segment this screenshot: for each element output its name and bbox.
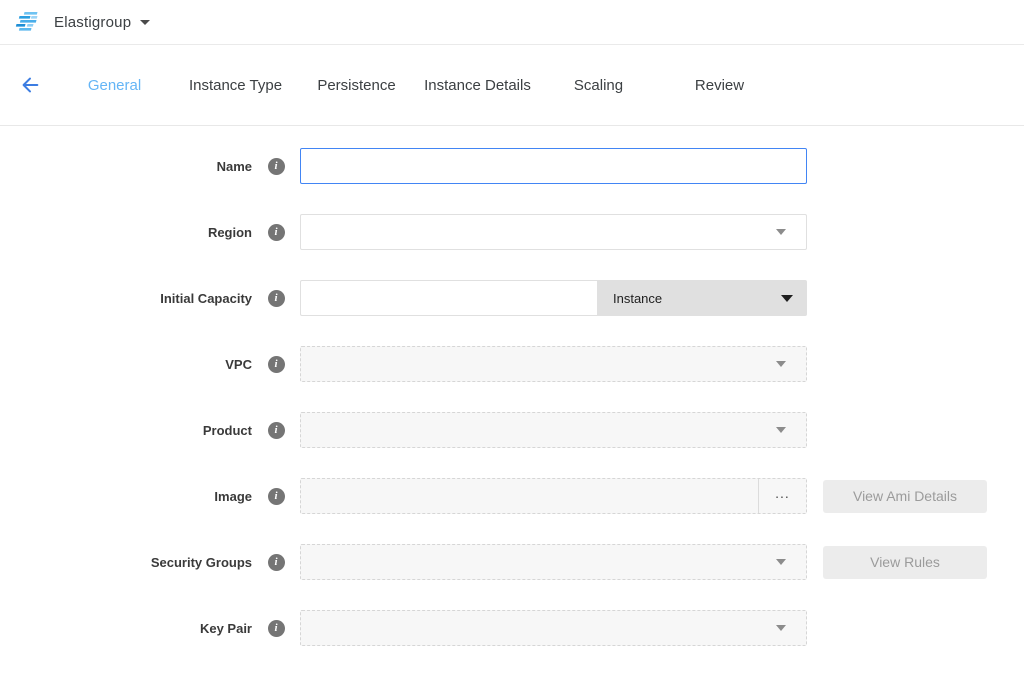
product-info-icon[interactable]: i [268,422,285,439]
name-input[interactable] [300,148,807,184]
app-switcher[interactable]: Elastigroup [54,14,150,31]
product-select[interactable] [300,412,807,448]
name-label: Name [0,159,252,174]
region-select[interactable] [300,214,807,250]
initial-capacity-input[interactable] [300,280,597,316]
tab-instance-type[interactable]: Instance Type [175,77,296,94]
tab-review[interactable]: Review [659,77,780,94]
form-row-initial-capacity: Initial Capacity i Instance [0,280,1024,316]
vpc-info-icon[interactable]: i [268,356,285,373]
key-pair-info-icon[interactable]: i [268,620,285,637]
image-picker-value [301,479,758,513]
tab-instance-details[interactable]: Instance Details [417,77,538,94]
dropdown-caret-icon [776,427,786,433]
security-groups-label: Security Groups [0,555,252,570]
ellipsis-icon[interactable]: ... [758,479,806,513]
app-name: Elastigroup [54,14,131,31]
dropdown-caret-icon [776,559,786,565]
key-pair-select[interactable] [300,610,807,646]
tab-general[interactable]: General [54,77,175,94]
tab-persistence[interactable]: Persistence [296,77,417,94]
region-label: Region [0,225,252,240]
vpc-label: VPC [0,357,252,372]
form-row-security-groups: Security Groups i View Rules [0,544,1024,580]
initial-capacity-info-icon[interactable]: i [268,290,285,307]
key-pair-label: Key Pair [0,621,252,636]
form-row-vpc: VPC i [0,346,1024,382]
view-rules-button[interactable]: View Rules [823,546,987,579]
image-label: Image [0,489,252,504]
top-bar: Elastigroup [0,0,1024,45]
product-label: Product [0,423,252,438]
name-info-icon[interactable]: i [268,158,285,175]
vpc-select[interactable] [300,346,807,382]
form-row-product: Product i [0,412,1024,448]
general-settings-form: Name i Region i Initial Capacity i Insta… [0,126,1024,646]
security-groups-info-icon[interactable]: i [268,554,285,571]
initial-capacity-label: Initial Capacity [0,291,252,306]
dropdown-caret-icon [776,625,786,631]
form-row-key-pair: Key Pair i [0,610,1024,646]
dropdown-caret-icon [776,361,786,367]
form-row-image: Image i ... View Ami Details [0,478,1024,514]
tabs: General Instance Type Persistence Instan… [54,77,780,94]
back-arrow-icon [19,74,41,96]
image-picker[interactable]: ... [300,478,807,514]
region-info-icon[interactable]: i [268,224,285,241]
back-button[interactable] [18,73,42,97]
dropdown-caret-icon [781,295,793,302]
wizard-tab-bar: General Instance Type Persistence Instan… [0,45,1024,126]
view-ami-details-button[interactable]: View Ami Details [823,480,987,513]
security-groups-select[interactable] [300,544,807,580]
capacity-unit-select[interactable]: Instance [597,280,807,316]
form-row-name: Name i [0,148,1024,184]
elastigroup-logo-icon [14,10,42,34]
form-row-region: Region i [0,214,1024,250]
image-info-icon[interactable]: i [268,488,285,505]
app-switcher-caret-icon [140,20,150,25]
capacity-unit-value: Instance [613,291,662,306]
tab-scaling[interactable]: Scaling [538,77,659,94]
dropdown-caret-icon [776,229,786,235]
